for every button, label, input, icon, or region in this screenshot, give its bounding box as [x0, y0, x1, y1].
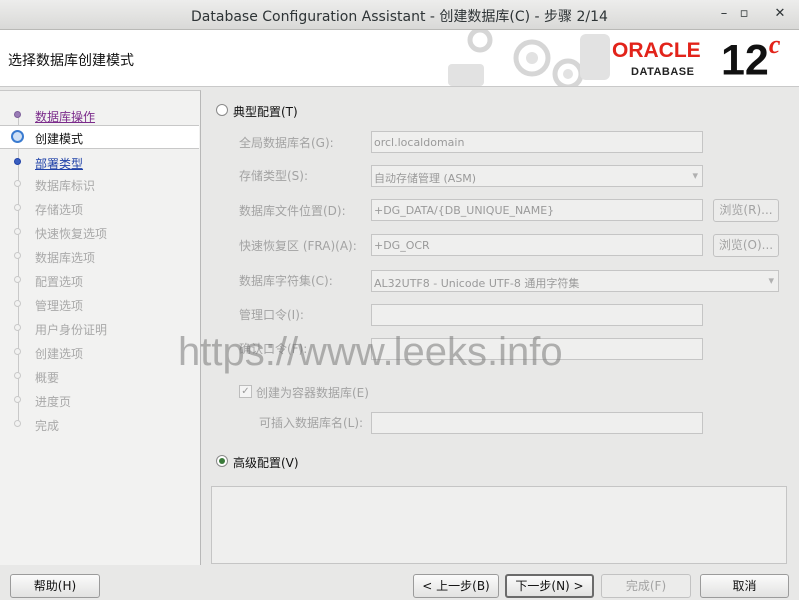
nav-step-database-options: 数据库选项	[0, 245, 199, 267]
admin-password-field[interactable]	[371, 304, 703, 326]
browse-data-button[interactable]: 浏览(R)...	[713, 199, 779, 222]
nav-step-config-options: 配置选项	[0, 269, 199, 291]
fra-field[interactable]: +DG_OCR	[371, 234, 703, 256]
nav-step-label: 数据库标识	[35, 179, 96, 193]
window-title: Database Configuration Assistant - 创建数据库…	[191, 9, 608, 25]
storage-type-value: 自动存储管理 (ASM)	[374, 172, 477, 185]
current-step-icon	[11, 130, 24, 143]
nav-step-database-id: 数据库标识	[0, 173, 199, 195]
step-dot-icon	[14, 372, 21, 379]
advanced-config-label[interactable]: 高级配置(V)	[233, 454, 299, 471]
step-dot-icon	[14, 252, 21, 259]
global-db-name-field[interactable]: orcl.localdomain	[371, 131, 703, 153]
nav-step-user-credentials: 用户身份证明	[0, 317, 199, 339]
nav-step-label: 数据库选项	[35, 251, 96, 265]
step-dot-icon	[14, 158, 21, 165]
maximize-icon[interactable]: ▫	[735, 5, 753, 23]
nav-step-label: 创建选项	[35, 347, 84, 361]
step-dot-icon	[14, 228, 21, 235]
page-header: 选择数据库创建模式 ORACLE DATABASE 12c	[0, 30, 799, 87]
nav-step-label: 用户身份证明	[35, 323, 108, 337]
page-title: 选择数据库创建模式	[8, 53, 134, 69]
nav-step-storage-options: 存储选项	[0, 197, 199, 219]
next-button[interactable]: 下一步(N) >	[505, 574, 594, 598]
container-db-checkbox[interactable]: ✓	[239, 385, 252, 398]
step-dot-icon	[14, 204, 21, 211]
description-panel	[211, 486, 787, 564]
typical-config-radio[interactable]	[216, 104, 228, 116]
version-suffix: c	[768, 30, 781, 59]
nav-step-label: 存储选项	[35, 203, 84, 217]
nav-step-label: 概要	[35, 371, 60, 385]
fra-label: 快速恢复区 (FRA)(A):	[239, 239, 357, 253]
step-dot-icon	[14, 420, 21, 427]
db-file-location-label: 数据库文件位置(D):	[239, 204, 346, 218]
nav-step-database-operation[interactable]: 数据库操作	[0, 104, 199, 126]
charset-value: AL32UTF8 - Unicode UTF-8 通用字符集	[374, 277, 580, 290]
close-icon[interactable]: ✕	[771, 5, 789, 23]
wizard-steps-nav: 数据库操作 创建模式 部署类型 数据库标识 存储选项 快速恢复选项 数据库选项 …	[0, 90, 201, 565]
global-db-name-label: 全局数据库名(G):	[239, 136, 334, 150]
pdb-name-label: 可插入数据库名(L):	[259, 416, 364, 430]
db-file-location-field[interactable]: +DG_DATA/{DB_UNIQUE_NAME}	[371, 199, 703, 221]
typical-config-label[interactable]: 典型配置(T)	[233, 103, 298, 120]
step-dot-icon	[14, 324, 21, 331]
advanced-config-radio[interactable]	[216, 455, 228, 467]
nav-step-label: 进度页	[35, 395, 72, 409]
help-button[interactable]: 帮助(H)	[10, 574, 100, 598]
nav-step-finish: 完成	[0, 413, 199, 435]
minimize-icon[interactable]: –	[715, 5, 733, 23]
nav-step-management-options: 管理选项	[0, 293, 199, 315]
nav-step-fast-recovery: 快速恢复选项	[0, 221, 199, 243]
cancel-button[interactable]: 取消	[700, 574, 789, 598]
nav-step-creation-mode[interactable]: 创建模式	[0, 125, 199, 149]
version-logo: 12c	[721, 30, 780, 85]
admin-password-label: 管理口令(I):	[239, 308, 304, 322]
oracle-logo: ORACLE	[612, 39, 701, 62]
step-dot-icon	[14, 300, 21, 307]
nav-step-label: 配置选项	[35, 275, 84, 289]
nav-step-label: 部署类型	[35, 157, 84, 171]
nav-step-label: 完成	[35, 419, 60, 433]
nav-step-label: 管理选项	[35, 299, 84, 313]
storage-type-label: 存储类型(S):	[239, 169, 309, 183]
back-button[interactable]: < 上一步(B)	[413, 574, 499, 598]
step-dot-icon	[14, 180, 21, 187]
container-db-label[interactable]: 创建为容器数据库(E)	[256, 384, 369, 401]
step-dot-icon	[14, 111, 21, 118]
charset-label: 数据库字符集(C):	[239, 274, 333, 288]
nav-step-progress: 进度页	[0, 389, 199, 411]
step-dot-icon	[14, 276, 21, 283]
nav-step-label: 快速恢复选项	[35, 227, 108, 241]
watermark-text: https://www.leeks.info	[178, 330, 563, 374]
step-dot-icon	[14, 348, 21, 355]
window-titlebar[interactable]: Database Configuration Assistant - 创建数据库…	[0, 0, 799, 30]
nav-step-deployment-type[interactable]: 部署类型	[0, 151, 199, 173]
nav-step-label: 数据库操作	[35, 110, 96, 124]
storage-type-select[interactable]: 自动存储管理 (ASM)	[371, 165, 703, 187]
oracle-database-label: DATABASE	[631, 66, 695, 78]
step-dot-icon	[14, 396, 21, 403]
nav-step-label: 创建模式	[35, 132, 84, 146]
nav-step-creation-options: 创建选项	[0, 341, 199, 363]
finish-button[interactable]: 完成(F)	[601, 574, 691, 598]
pdb-name-field[interactable]	[371, 412, 703, 434]
browse-fra-button[interactable]: 浏览(O)...	[713, 234, 779, 257]
version-number: 12	[721, 36, 769, 85]
charset-select[interactable]: AL32UTF8 - Unicode UTF-8 通用字符集	[371, 270, 779, 292]
nav-step-summary: 概要	[0, 365, 199, 387]
gears-illustration-icon	[448, 30, 610, 86]
